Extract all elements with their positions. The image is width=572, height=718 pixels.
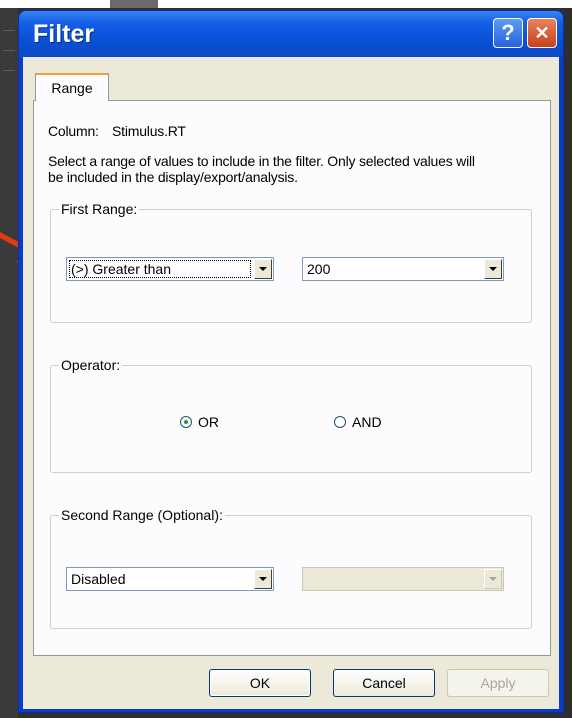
- chevron-down-icon[interactable]: [484, 259, 502, 279]
- column-label: Column:: [48, 123, 99, 139]
- close-icon: ✕: [534, 22, 550, 43]
- range-tab-panel: Column: Stimulus.RT Select a range of va…: [33, 100, 551, 656]
- radio-unchecked-icon: [334, 416, 346, 428]
- operator-and-label: AND: [352, 414, 382, 430]
- help-icon: ?: [501, 20, 515, 45]
- dialog-client-area: Range Column: Stimulus.RT Select a range…: [23, 57, 559, 709]
- first-range-comparison-value: (>) Greater than: [71, 261, 171, 277]
- operator-or-radio[interactable]: OR: [180, 414, 219, 430]
- column-value: Stimulus.RT: [112, 123, 186, 139]
- operator-and-radio[interactable]: AND: [334, 414, 382, 430]
- first-range-comparison-select[interactable]: (>) Greater than: [66, 257, 274, 281]
- cancel-button[interactable]: Cancel: [333, 669, 435, 697]
- dialog-title: Filter: [33, 20, 95, 48]
- operator-or-label: OR: [198, 414, 219, 430]
- background-app-strip: [0, 0, 572, 8]
- second-range-comparison-value: Disabled: [71, 571, 126, 587]
- chevron-down-icon[interactable]: [254, 569, 272, 589]
- operator-legend: Operator:: [61, 357, 121, 373]
- title-bar[interactable]: Filter ? ✕: [19, 11, 563, 57]
- second-range-comparison-select[interactable]: Disabled: [66, 567, 274, 591]
- radio-checked-icon: [180, 416, 192, 428]
- first-range-value: 200: [307, 261, 331, 277]
- filter-description: Select a range of values to include in t…: [48, 153, 475, 185]
- tab-range[interactable]: Range: [35, 73, 109, 101]
- help-button[interactable]: ?: [493, 18, 523, 48]
- second-range-value-combo[interactable]: [302, 567, 504, 591]
- first-range-value-combo[interactable]: 200: [302, 257, 504, 281]
- chevron-down-icon[interactable]: [254, 259, 272, 279]
- second-range-legend: Second Range (Optional):: [61, 507, 223, 523]
- apply-button[interactable]: Apply: [447, 669, 549, 697]
- background-app-side: [0, 8, 18, 718]
- operator-group: Operator:: [50, 357, 532, 473]
- chevron-down-icon[interactable]: [484, 569, 502, 589]
- ok-button[interactable]: OK: [209, 669, 311, 697]
- close-button[interactable]: ✕: [527, 18, 557, 48]
- filter-dialog: Filter ? ✕ Range Column: Stimulus.RT Sel…: [18, 10, 564, 713]
- first-range-legend: First Range:: [61, 201, 138, 217]
